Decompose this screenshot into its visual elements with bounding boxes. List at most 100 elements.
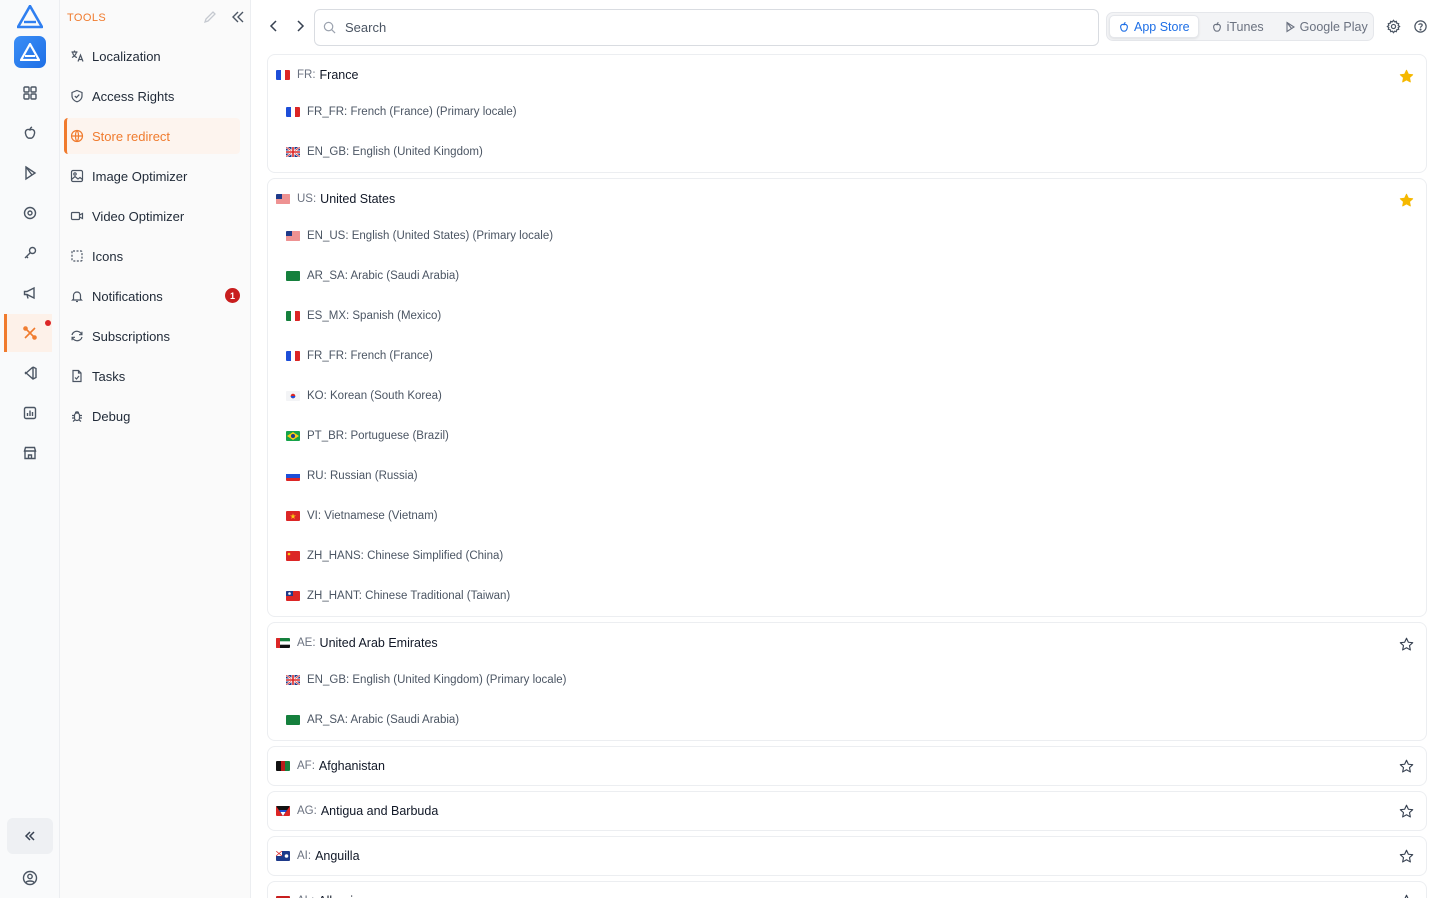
locale-row[interactable]: EN_GB: English (United Kingdom) (Primary… <box>268 660 1426 700</box>
search-input[interactable] <box>345 20 1045 35</box>
collapse-rail-button[interactable] <box>7 818 53 854</box>
store-icon[interactable] <box>10 437 50 469</box>
country-header[interactable]: AG: Antigua and Barbuda <box>268 792 1426 830</box>
help-icon[interactable] <box>1413 19 1428 34</box>
sidebar-item-access-rights[interactable]: Access Rights <box>64 78 240 114</box>
locale-label: KO: Korean (South Korea) <box>307 390 442 402</box>
pencil-icon[interactable] <box>203 10 217 24</box>
megaphone-icon[interactable] <box>10 277 50 309</box>
sidebar-item-store-redirect[interactable]: Store redirect <box>64 118 240 154</box>
country-name: Anguilla <box>315 849 360 863</box>
tab-itunes[interactable]: iTunes <box>1203 15 1272 38</box>
tools-icon[interactable] <box>4 314 52 352</box>
flag-kr-icon <box>286 391 300 401</box>
sidebar-item-label: Video Optimizer <box>92 208 185 224</box>
settings-gear-icon[interactable] <box>1386 19 1401 34</box>
star-outline-icon[interactable] <box>1399 849 1414 864</box>
locale-row[interactable]: ZH_HANS: Chinese Simplified (China) <box>268 536 1426 576</box>
country-card[interactable]: AF: Afghanistan <box>267 746 1427 786</box>
flag-sa-icon <box>286 271 300 281</box>
sidebar-item-video-optimizer[interactable]: Video Optimizer <box>64 198 240 234</box>
sidebar-item-notifications[interactable]: Notifications 1 <box>64 278 240 314</box>
tab-google-play[interactable]: Google Play <box>1276 15 1376 38</box>
dashed-square-icon <box>70 249 84 263</box>
locale-row[interactable]: EN_GB: English (United Kingdom) <box>268 132 1426 172</box>
country-header[interactable]: FR: France <box>268 57 1426 92</box>
locale-label: PT_BR: Portuguese (Brazil) <box>307 430 449 442</box>
apple-icon[interactable] <box>10 117 50 149</box>
star-outline-icon[interactable] <box>1399 759 1414 774</box>
star-filled-icon[interactable] <box>1399 69 1414 84</box>
sidebar-item-icons[interactable]: Icons <box>64 238 240 274</box>
apple-icon <box>1212 21 1221 32</box>
country-name: Afghanistan <box>318 759 385 773</box>
analytics-icon[interactable] <box>10 397 50 429</box>
locale-row[interactable]: FR_FR: French (France) <box>268 336 1426 376</box>
target-icon[interactable] <box>10 197 50 229</box>
country-header[interactable]: US: United States <box>268 181 1426 216</box>
sidebar-item-tasks[interactable]: Tasks <box>64 358 240 394</box>
country-card[interactable]: AL:Albania <box>267 881 1427 898</box>
tab-app-store[interactable]: App Store <box>1109 15 1199 38</box>
locale-row[interactable]: ES_MX: Spanish (Mexico) <box>268 296 1426 336</box>
flag-us-icon <box>276 193 290 204</box>
star-outline-icon[interactable] <box>1399 894 1414 898</box>
brand-logo-icon[interactable] <box>17 5 43 29</box>
country-header[interactable]: AL:Albania <box>268 882 1426 898</box>
star-outline-icon[interactable] <box>1399 637 1414 652</box>
locale-row[interactable]: ZH_HANT: Chinese Traditional (Taiwan) <box>268 576 1426 616</box>
sidebar-item-subscriptions[interactable]: Subscriptions <box>64 318 240 354</box>
sidebar-item-label: Image Optimizer <box>92 168 188 184</box>
star-filled-icon[interactable] <box>1399 193 1414 208</box>
back-arrow-icon[interactable] <box>266 18 282 34</box>
bell-icon <box>70 289 84 303</box>
locale-label: FR_FR: French (France) <box>307 350 433 362</box>
dashboard-icon[interactable] <box>10 77 50 109</box>
locale-row[interactable]: AR_SA: Arabic (Saudi Arabia) <box>268 700 1426 740</box>
sidebar-item-label: Icons <box>92 248 124 264</box>
country-card[interactable]: AI: Anguilla <box>267 836 1427 876</box>
star-outline-icon[interactable] <box>1399 804 1414 819</box>
search-icon <box>323 21 336 34</box>
app-logo-icon[interactable] <box>14 36 46 68</box>
key-icon[interactable] <box>10 237 50 269</box>
sidebar-item-label: Access Rights <box>92 88 175 104</box>
country-list: FR: France FR_FR: French (France) (Primary… <box>267 54 1427 898</box>
sidebar-item-label: Subscriptions <box>92 328 171 344</box>
sidebar-item-debug[interactable]: Debug <box>64 398 240 434</box>
locale-row[interactable]: KO: Korean (South Korea) <box>268 376 1426 416</box>
search-box[interactable] <box>314 9 1099 46</box>
tab-label: Google Play <box>1299 19 1368 34</box>
country-card[interactable]: AG: Antigua and Barbuda <box>267 791 1427 831</box>
flag-ai-icon <box>276 851 290 861</box>
sidebar-item-image-optimizer[interactable]: Image Optimizer <box>64 158 240 194</box>
locale-row[interactable]: AR_SA: Arabic (Saudi Arabia) <box>268 256 1426 296</box>
tools-sidebar: TOOLS Localization Access Rights Store r… <box>60 0 251 898</box>
country-name: United Arab Emirates <box>319 635 438 650</box>
country-card[interactable]: AE: United Arab Emirates EN_GB: English (U… <box>267 622 1427 741</box>
top-bar: App Store iTunes Google Play <box>251 0 1440 54</box>
locale-row[interactable]: VI: Vietnamese (Vietnam) <box>268 496 1426 536</box>
country-header[interactable]: AE: United Arab Emirates <box>268 625 1426 660</box>
locale-row[interactable]: RU: Russian (Russia) <box>268 456 1426 496</box>
sidebar-item-label: Store redirect <box>92 128 171 144</box>
tab-label: iTunes <box>1226 19 1264 34</box>
forward-arrow-icon[interactable] <box>292 18 308 34</box>
locale-row[interactable]: FR_FR: French (France) (Primary locale) <box>268 92 1426 132</box>
user-account-icon[interactable] <box>20 868 40 888</box>
vscode-icon[interactable] <box>10 357 50 389</box>
country-card[interactable]: US: United States EN_US: English (United S… <box>267 178 1427 617</box>
sidebar-item-label: Notifications <box>92 288 163 304</box>
sidebar-item-label: Tasks <box>92 368 126 384</box>
locale-row[interactable]: PT_BR: Portuguese (Brazil) <box>268 416 1426 456</box>
tools-notification-dot <box>45 320 51 326</box>
country-card[interactable]: FR: France FR_FR: French (France) (Primary… <box>267 54 1427 173</box>
country-header[interactable]: AI: Anguilla <box>268 837 1426 875</box>
locale-label: RU: Russian (Russia) <box>307 470 418 482</box>
play-store-icon[interactable] <box>10 157 50 189</box>
locale-row[interactable]: EN_US: English (United States) (Primary … <box>268 216 1426 256</box>
chevrons-left-icon[interactable] <box>231 10 245 24</box>
notification-count-badge: 1 <box>225 288 240 303</box>
sidebar-item-localization[interactable]: Localization <box>64 38 240 74</box>
country-header[interactable]: AF: Afghanistan <box>268 747 1426 785</box>
